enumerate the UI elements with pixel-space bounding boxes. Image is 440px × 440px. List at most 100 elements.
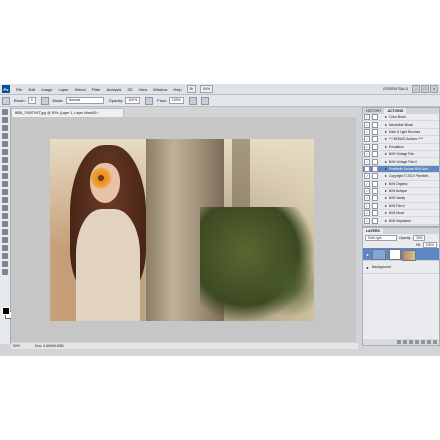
healing-brush-tool-icon[interactable] — [2, 157, 8, 163]
dialog-toggle-checkbox[interactable] — [372, 202, 378, 209]
expand-triangle-icon[interactable] — [385, 116, 387, 119]
dialog-toggle-checkbox[interactable] — [372, 114, 378, 121]
expand-triangle-icon[interactable] — [385, 167, 387, 170]
path-selection-tool-icon[interactable] — [2, 237, 8, 243]
menu-3d[interactable]: 3D — [124, 87, 135, 92]
action-toggle-checkbox[interactable]: ✓ — [364, 136, 370, 143]
brush-tool-icon[interactable] — [2, 165, 8, 171]
minimize-icon[interactable]: – — [412, 85, 420, 93]
action-item[interactable]: ✓ B/W Vintage Film II — [363, 158, 439, 166]
pressure-size-icon[interactable] — [200, 96, 209, 105]
dialog-toggle-checkbox[interactable] — [372, 151, 378, 158]
expand-triangle-icon[interactable] — [385, 145, 387, 148]
layer-thumbnail[interactable] — [402, 250, 416, 261]
layer-mask-thumbnail[interactable] — [389, 248, 401, 260]
close-icon[interactable]: × — [430, 85, 438, 93]
tab-layers[interactable]: LAYERS — [363, 228, 383, 234]
action-toggle-checkbox[interactable]: ✓ — [364, 151, 370, 158]
marquee-tool-icon[interactable] — [2, 117, 8, 123]
dialog-toggle-checkbox[interactable] — [372, 188, 378, 195]
dialog-toggle-checkbox[interactable] — [372, 217, 378, 224]
dialog-toggle-checkbox[interactable] — [372, 121, 378, 128]
action-item[interactable]: ✓ Pixelbells Deluxe B/W Acti... — [363, 165, 439, 174]
action-toggle-checkbox[interactable]: ✓ — [364, 114, 370, 121]
hand-tool-icon[interactable] — [2, 261, 8, 267]
expand-triangle-icon[interactable] — [385, 204, 387, 207]
action-item[interactable]: ✓ B/W Vanity — [363, 195, 439, 203]
expand-triangle-icon[interactable] — [385, 182, 387, 185]
action-toggle-checkbox[interactable]: ✓ — [364, 210, 370, 217]
action-item[interactable]: ✓ Dark & Light Brushes — [363, 128, 439, 137]
action-item[interactable]: ✓ B/W Film II — [363, 202, 439, 211]
layer-fill-input[interactable]: 100% — [422, 241, 437, 248]
blur-tool-icon[interactable] — [2, 205, 8, 211]
status-zoom[interactable]: 50% — [13, 344, 20, 348]
menu-image[interactable]: Image — [38, 87, 55, 92]
mode-select[interactable]: Normal — [65, 97, 104, 104]
foreground-color-swatch[interactable] — [2, 307, 10, 315]
layer-thumbnail[interactable] — [372, 248, 386, 260]
action-toggle-checkbox[interactable]: ✓ — [364, 128, 370, 135]
eraser-tool-icon[interactable] — [2, 189, 8, 195]
dialog-toggle-checkbox[interactable] — [372, 128, 378, 135]
action-toggle-checkbox[interactable]: ✓ — [364, 173, 370, 180]
workspace-switcher[interactable]: ESSENTIALS — [380, 86, 411, 92]
action-toggle-checkbox[interactable]: ✓ — [364, 195, 370, 202]
dialog-toggle-checkbox[interactable] — [372, 136, 378, 143]
expand-triangle-icon[interactable] — [385, 175, 387, 178]
action-toggle-checkbox[interactable]: ✓ — [364, 121, 370, 128]
lasso-tool-icon[interactable] — [2, 125, 8, 131]
delete-layer-icon[interactable] — [433, 340, 437, 344]
expand-triangle-icon[interactable] — [385, 160, 387, 163]
airbrush-icon[interactable] — [188, 96, 197, 105]
canvas-area[interactable] — [11, 117, 356, 342]
shape-tool-icon[interactable] — [2, 245, 8, 251]
action-item[interactable]: ✓ Color Brush — [363, 114, 439, 122]
action-toggle-checkbox[interactable]: ✓ — [364, 180, 370, 187]
blend-mode-select[interactable]: Soft Light — [365, 234, 397, 241]
action-item[interactable]: ✓ *** BONUS Actions **** — [363, 136, 439, 144]
type-tool-icon[interactable] — [2, 229, 8, 235]
menu-window[interactable]: Window — [150, 87, 170, 92]
expand-triangle-icon[interactable] — [385, 130, 387, 133]
bridge-button[interactable]: Br — [186, 85, 197, 93]
new-group-icon[interactable] — [421, 340, 425, 344]
visibility-eye-icon[interactable]: ● — [365, 252, 370, 257]
action-toggle-checkbox[interactable]: ✓ — [364, 188, 370, 195]
action-item[interactable]: ✓ Neutralize Brush — [363, 121, 439, 129]
adjustment-layer-icon[interactable] — [415, 340, 419, 344]
menu-layer[interactable]: Layer — [55, 87, 71, 92]
eyedropper-tool-icon[interactable] — [2, 149, 8, 155]
brush-panel-toggle-icon[interactable] — [40, 96, 49, 105]
tab-actions[interactable]: ACTIONS — [384, 108, 407, 114]
action-item[interactable]: ✓ B/W Organic — [363, 180, 439, 188]
gradient-tool-icon[interactable] — [2, 197, 8, 203]
menu-analysis[interactable]: Analysis — [104, 87, 125, 92]
action-toggle-checkbox[interactable]: ✓ — [364, 143, 370, 150]
action-toggle-checkbox[interactable]: ✓ — [364, 158, 370, 165]
pressure-opacity-icon[interactable] — [145, 96, 154, 105]
pen-tool-icon[interactable] — [2, 221, 8, 227]
brush-tool-preset-icon[interactable] — [2, 96, 10, 105]
opacity-input[interactable]: 100% — [125, 97, 141, 104]
photo-image[interactable] — [50, 139, 314, 321]
brush-size-picker[interactable]: 9 — [27, 97, 36, 104]
dialog-toggle-checkbox[interactable] — [372, 158, 378, 165]
quick-select-tool-icon[interactable] — [2, 133, 8, 139]
menu-edit[interactable]: Edit — [25, 87, 38, 92]
menu-select[interactable]: Select — [72, 87, 89, 92]
clone-stamp-tool-icon[interactable] — [2, 173, 8, 179]
history-brush-tool-icon[interactable] — [2, 181, 8, 187]
tab-history[interactable]: HISTORY — [363, 108, 384, 114]
expand-triangle-icon[interactable] — [385, 153, 387, 156]
action-item[interactable]: ✓ B/W Sepiatone — [363, 217, 439, 225]
zoom-tool-icon[interactable] — [2, 269, 8, 275]
action-toggle-checkbox[interactable]: ✓ — [364, 217, 370, 224]
layer-opacity-input[interactable]: 30% — [413, 234, 426, 241]
dialog-toggle-checkbox[interactable] — [372, 180, 378, 187]
expand-triangle-icon[interactable] — [385, 190, 387, 193]
flow-input[interactable]: 100% — [168, 97, 184, 104]
move-tool-icon[interactable] — [2, 109, 8, 115]
dialog-toggle-checkbox[interactable] — [372, 195, 378, 202]
action-toggle-checkbox[interactable]: ✓ — [364, 165, 370, 172]
